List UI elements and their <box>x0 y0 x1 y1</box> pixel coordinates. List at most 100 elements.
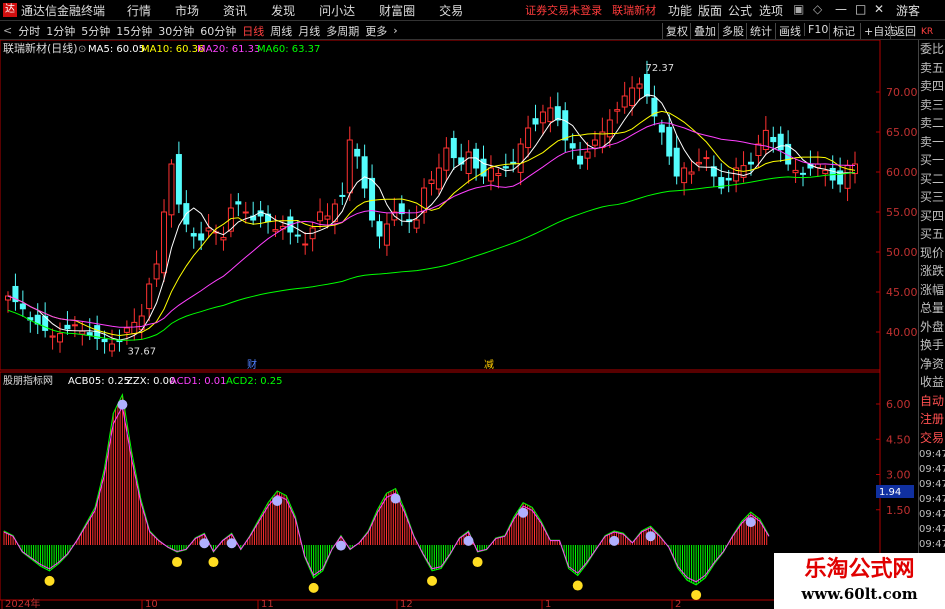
menu-news[interactable]: 资讯 <box>223 2 247 19</box>
period-15min[interactable]: 15分钟 <box>116 23 152 39</box>
price-tick-label: 50.00 <box>886 246 918 259</box>
multi-stock-button[interactable]: 多股 <box>718 23 744 39</box>
quote-row-10: 买五 <box>919 227 944 241</box>
minimize-icon[interactable]: — <box>835 2 847 16</box>
ind-tick-label: 4.50 <box>886 433 911 446</box>
f10-button[interactable]: F10 <box>804 23 828 36</box>
candle-body <box>755 143 762 156</box>
candle-body <box>324 215 331 220</box>
candle-body <box>502 166 509 169</box>
trade-link-1[interactable]: 注册 <box>919 410 945 429</box>
sad-face-icon <box>335 540 346 551</box>
period-daily[interactable]: 日线 <box>242 23 264 39</box>
maximize-icon[interactable]: □ <box>855 2 866 16</box>
ma5-line <box>7 94 855 341</box>
adjust-button[interactable]: 复权 <box>662 23 688 39</box>
menu-function[interactable]: 功能 <box>668 2 692 19</box>
collapse-icon[interactable]: ⊙ <box>78 44 86 55</box>
candle-body <box>49 335 56 338</box>
candle-body <box>354 148 361 157</box>
overlay-button[interactable]: 叠加 <box>690 23 716 39</box>
back-arrow-icon[interactable]: < <box>3 24 12 37</box>
price-tick-label: 40.00 <box>886 326 918 339</box>
menu-wealth[interactable]: 财富圈 <box>379 2 415 19</box>
pin-icon[interactable]: ◇ <box>813 2 822 16</box>
shirt-icon[interactable]: ▣ <box>793 2 804 16</box>
smile-face-icon <box>427 575 438 586</box>
candle-body <box>658 124 665 133</box>
low-price-label: 37.67 <box>127 347 156 358</box>
trade-link-0[interactable]: 自动 <box>919 392 945 411</box>
period-weekly[interactable]: 周线 <box>270 23 292 39</box>
menu-layout[interactable]: 版面 <box>698 2 722 19</box>
candle-body <box>302 243 309 246</box>
quote-row-18: 收益 <box>919 375 944 389</box>
menu-ask[interactable]: 问小达 <box>319 2 355 19</box>
title-bar: 达 通达信金融终端 行情 市场 资讯 发现 问小达 财富圈 交易 证券交易未登录… <box>0 0 945 21</box>
candle-body <box>413 219 420 229</box>
close-icon[interactable]: ✕ <box>874 2 884 16</box>
candle-body <box>487 167 494 182</box>
quote-row-17: 净资 <box>919 356 944 371</box>
tick-time-5: 09:47 <box>919 524 945 535</box>
trade-link-2[interactable]: 交易 <box>919 429 945 448</box>
smile-face-icon <box>44 575 55 586</box>
sad-face-icon <box>199 538 210 549</box>
candle-body <box>673 147 680 177</box>
candle-body <box>123 327 130 333</box>
candle-body <box>606 119 613 138</box>
tick-time-6: 09:47 <box>919 539 945 550</box>
candle-body <box>703 157 710 160</box>
candle-body <box>161 211 168 274</box>
smile-face-icon <box>308 582 319 593</box>
period-5min[interactable]: 5分钟 <box>81 23 110 39</box>
sad-face-icon <box>272 495 283 506</box>
candle-body <box>443 147 450 171</box>
period-1min[interactable]: 1分钟 <box>46 23 75 39</box>
period-monthly[interactable]: 月线 <box>298 23 320 39</box>
ind-tick-label: 1.50 <box>886 504 911 517</box>
mark-button[interactable]: 标记 <box>829 23 855 39</box>
stats-button[interactable]: 统计 <box>746 23 772 39</box>
app-logo-icon: 达 <box>3 3 17 17</box>
finance-marker: 财 <box>247 358 257 371</box>
ma-value-0: MA5: 60.05 <box>88 44 145 55</box>
candle-body <box>346 139 353 194</box>
period-60min[interactable]: 60分钟 <box>200 23 236 39</box>
candle-body <box>220 237 227 241</box>
indicator-name: 股朋指标网 <box>3 374 53 387</box>
period-30min[interactable]: 30分钟 <box>158 23 194 39</box>
menu-options[interactable]: 选项 <box>759 2 783 19</box>
candle-body <box>175 154 182 205</box>
candle-body <box>822 169 829 175</box>
smile-face-icon <box>208 557 219 568</box>
period-multi[interactable]: 多周期 <box>326 23 359 39</box>
draw-line-button[interactable]: 画线 <box>775 23 801 39</box>
menu-market[interactable]: 市场 <box>175 2 199 19</box>
candle-body <box>799 172 806 175</box>
main-stock-label: 联瑞新材(日线) <box>3 41 78 55</box>
ind-tick-label: 6.00 <box>886 398 911 411</box>
candle-body <box>591 139 598 146</box>
candle-body <box>369 177 376 221</box>
candle-body <box>79 330 86 335</box>
return-button[interactable]: 返回 <box>890 23 916 39</box>
menu-formula[interactable]: 公式 <box>728 2 752 19</box>
menu-quotes[interactable]: 行情 <box>127 2 151 19</box>
period-more[interactable]: 更多 <box>365 23 387 39</box>
menu-discover[interactable]: 发现 <box>271 2 295 19</box>
kline-chart-area[interactable]: 70.00 65.00 60.00 55.00 50.00 45.00 40.00 72.37… <box>0 0 945 609</box>
login-notice[interactable]: 证券交易未登录 <box>525 2 602 18</box>
ma-value-3: MA60: 63.37 <box>257 44 320 55</box>
candle-body <box>465 151 472 174</box>
candle-body <box>584 151 591 159</box>
guest-label[interactable]: 游客 <box>896 2 920 19</box>
period-timeshare[interactable]: 分时 <box>18 23 40 39</box>
menu-trade[interactable]: 交易 <box>439 2 463 19</box>
current-value-label: 1.94 <box>879 487 901 498</box>
chevron-right-icon[interactable]: › <box>393 24 397 37</box>
x-axis-label: 2 <box>675 599 681 609</box>
stock-title: 联瑞新材 <box>612 4 657 17</box>
candle-body <box>383 223 390 246</box>
candle-body <box>569 143 576 149</box>
